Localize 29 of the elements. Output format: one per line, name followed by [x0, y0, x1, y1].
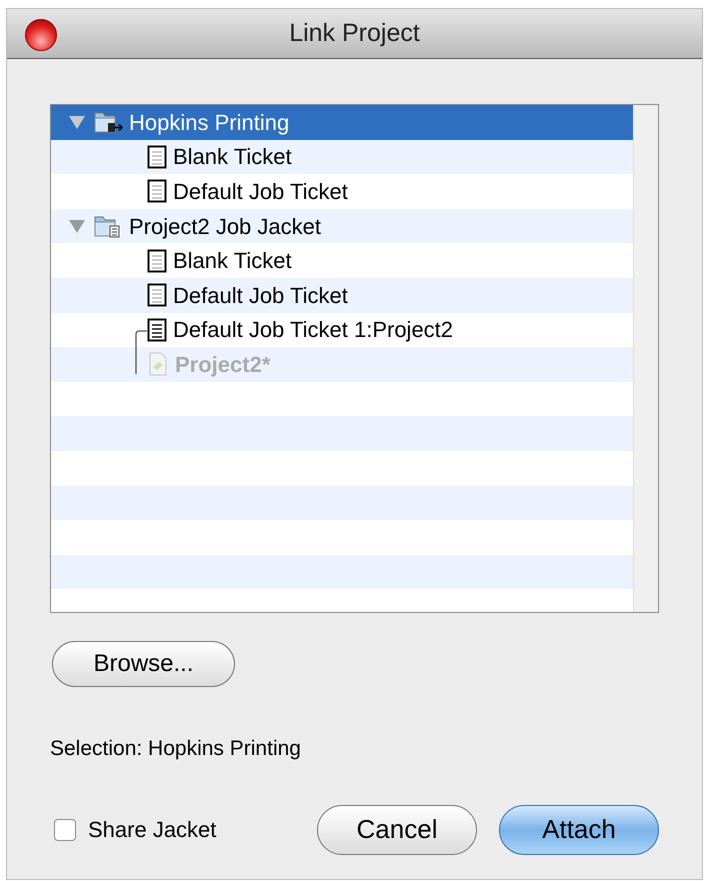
close-button[interactable]	[25, 19, 57, 51]
disclosure-triangle-icon[interactable]	[67, 114, 87, 130]
document-icon	[147, 318, 167, 342]
tree-item-label: Blank Ticket	[173, 247, 292, 276]
share-jacket-checkbox[interactable]	[54, 818, 76, 840]
tree-row[interactable]: Project2 Job Jacket	[51, 208, 633, 244]
tree-item-label: Default Job Ticket	[173, 282, 348, 310]
share-jacket-label: Share Jacket	[88, 816, 216, 844]
tree-item-label: Blank Ticket	[173, 143, 292, 172]
document-icon	[147, 248, 167, 273]
tree-item-label: Project2*	[175, 350, 270, 379]
tree-item-label: Default Job Ticket 1:Project2	[173, 316, 454, 344]
project-file-icon	[147, 352, 169, 376]
link-line	[135, 330, 147, 374]
tree-row[interactable]: Hopkins Printing	[51, 105, 633, 140]
tree-row[interactable]: Default Job Ticket	[51, 278, 633, 313]
document-icon	[147, 283, 167, 308]
window-title: Link Project	[289, 18, 420, 49]
selection-text: Selection: Hopkins Printing	[50, 736, 302, 762]
document-icon	[147, 144, 167, 169]
dialog-button[interactable]: Cancel	[317, 804, 477, 854]
tree-row[interactable]: Blank Ticket	[51, 140, 633, 174]
tree-item-label: Hopkins Printing	[129, 108, 290, 137]
disclosure-triangle-icon[interactable]	[67, 218, 87, 234]
document-icon	[147, 179, 167, 204]
tree-item-label: Default Job Ticket	[173, 178, 348, 206]
dialog-button[interactable]: Attach	[499, 804, 659, 854]
tree-item-label: Project2 Job Jacket	[129, 212, 321, 241]
browse-button[interactable]: Browse...	[52, 641, 235, 687]
